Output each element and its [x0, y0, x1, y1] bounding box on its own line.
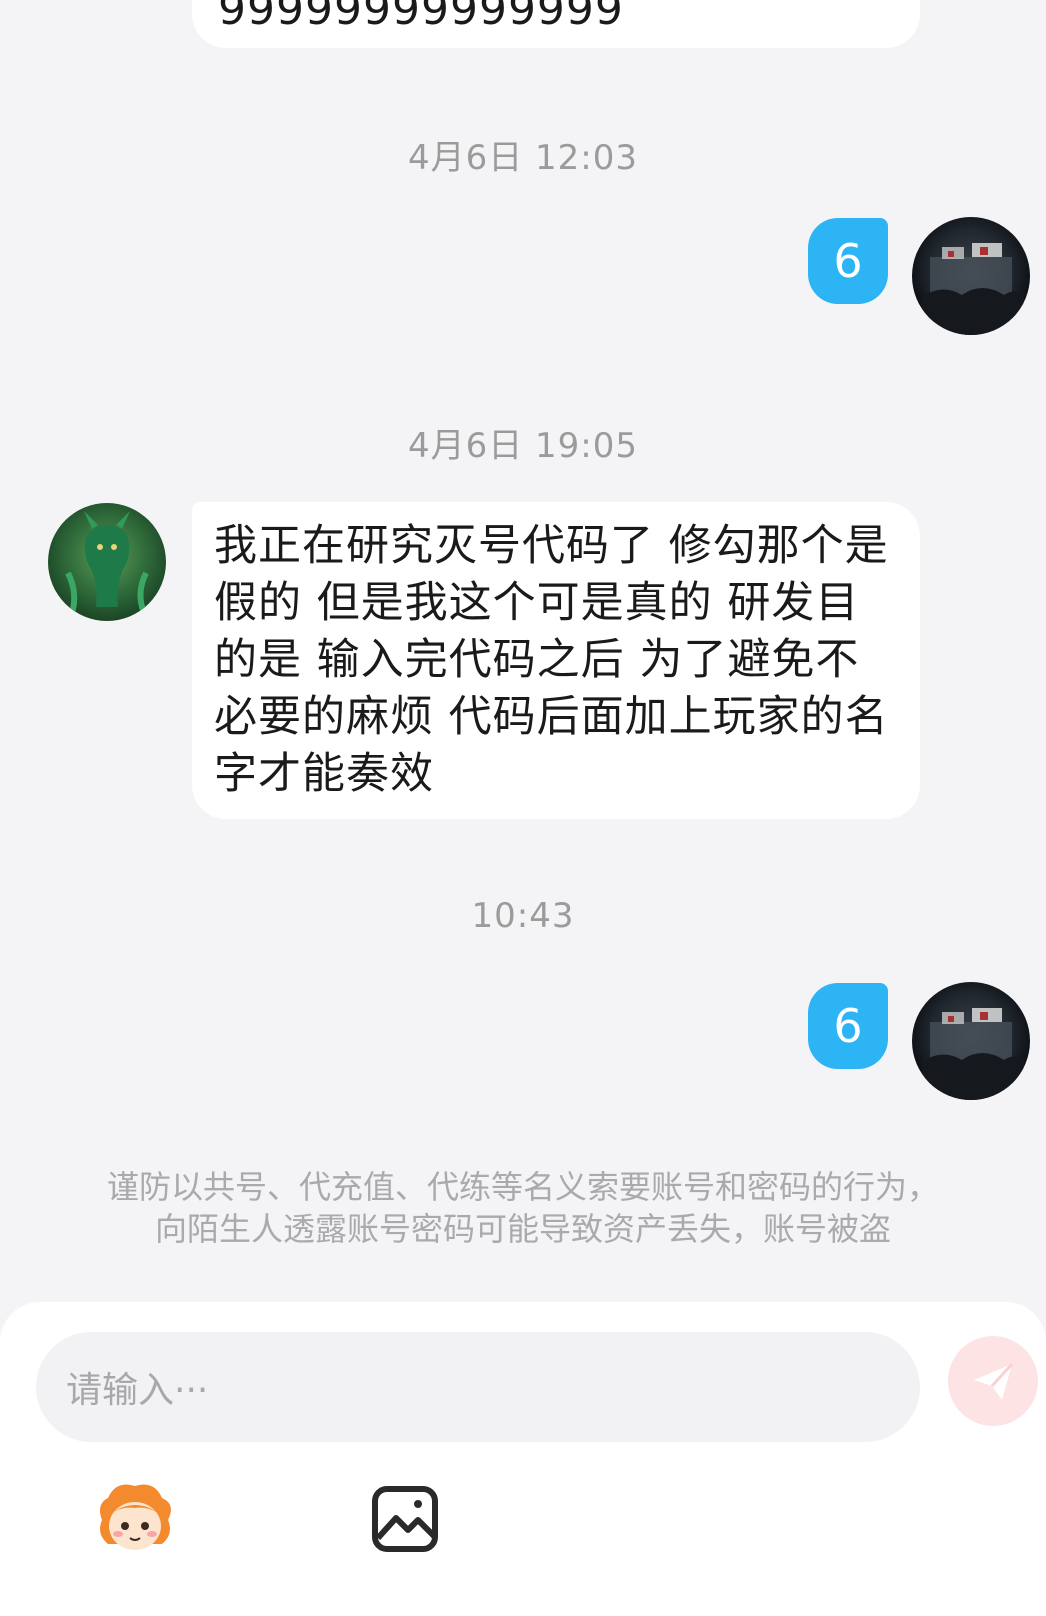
send-button[interactable] — [948, 1336, 1038, 1426]
emoji-mascot-icon — [100, 1484, 171, 1550]
message-text: 6 — [833, 234, 863, 288]
avatar-self[interactable] — [912, 982, 1030, 1100]
composer-panel: 请输入··· — [0, 1302, 1046, 1616]
send-icon — [974, 1362, 1014, 1400]
avatar-self[interactable] — [912, 217, 1030, 335]
avatar-image — [922, 243, 1024, 335]
message-bubble-incoming[interactable]: 我正在研究灭号代码了 修勾那个是假的 但是我这个可是真的 研发目的是 输入完代码… — [192, 502, 920, 819]
message-input[interactable]: 请输入··· — [36, 1332, 920, 1442]
image-icon — [372, 1486, 438, 1552]
message-text: 我正在研究灭号代码了 修勾那个是假的 但是我这个可是真的 研发目的是 输入完代码… — [214, 521, 889, 799]
chat-screen: 99999999999999 4月6日 12:03 6 4月6日 19:05 我… — [0, 0, 1046, 1616]
avatar-image — [922, 1008, 1024, 1100]
image-button[interactable] — [360, 1474, 450, 1564]
security-notice: 谨防以共号、代充值、代练等名义索要账号和密码的行为， 向陌生人透露账号密码可能导… — [60, 1166, 986, 1250]
timestamp: 10:43 — [471, 896, 575, 936]
notice-line: 谨防以共号、代充值、代练等名义索要账号和密码的行为， — [106, 1168, 939, 1206]
message-text: 6 — [833, 999, 863, 1053]
input-placeholder: 请输入··· — [66, 1370, 209, 1411]
timestamp: 4月6日 12:03 — [407, 138, 639, 178]
message-bubble-outgoing[interactable]: 6 — [808, 218, 888, 304]
avatar-contact[interactable] — [48, 503, 166, 621]
timestamp: 4月6日 19:05 — [407, 426, 639, 466]
notice-line: 向陌生人透露账号密码可能导致资产丢失，账号被盗 — [154, 1210, 891, 1248]
message-text: 99999999999999 — [218, 0, 624, 35]
avatar-image — [65, 511, 149, 615]
message-bubble-incoming-partial: 99999999999999 — [192, 0, 920, 48]
message-bubble-outgoing[interactable]: 6 — [808, 983, 888, 1069]
emoji-button[interactable] — [90, 1474, 180, 1564]
